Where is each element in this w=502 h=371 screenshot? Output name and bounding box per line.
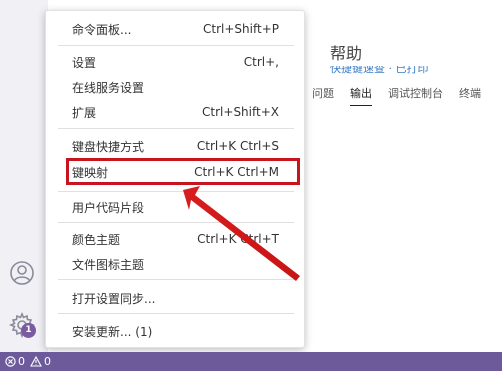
error-count: 0 <box>18 355 25 368</box>
warning-count: 0 <box>44 355 51 368</box>
status-bar: 0 0 <box>0 352 502 371</box>
error-icon <box>5 356 16 367</box>
status-problems[interactable]: 0 0 <box>5 355 51 368</box>
annotation-arrow-icon <box>183 186 300 281</box>
warning-icon <box>30 356 42 367</box>
